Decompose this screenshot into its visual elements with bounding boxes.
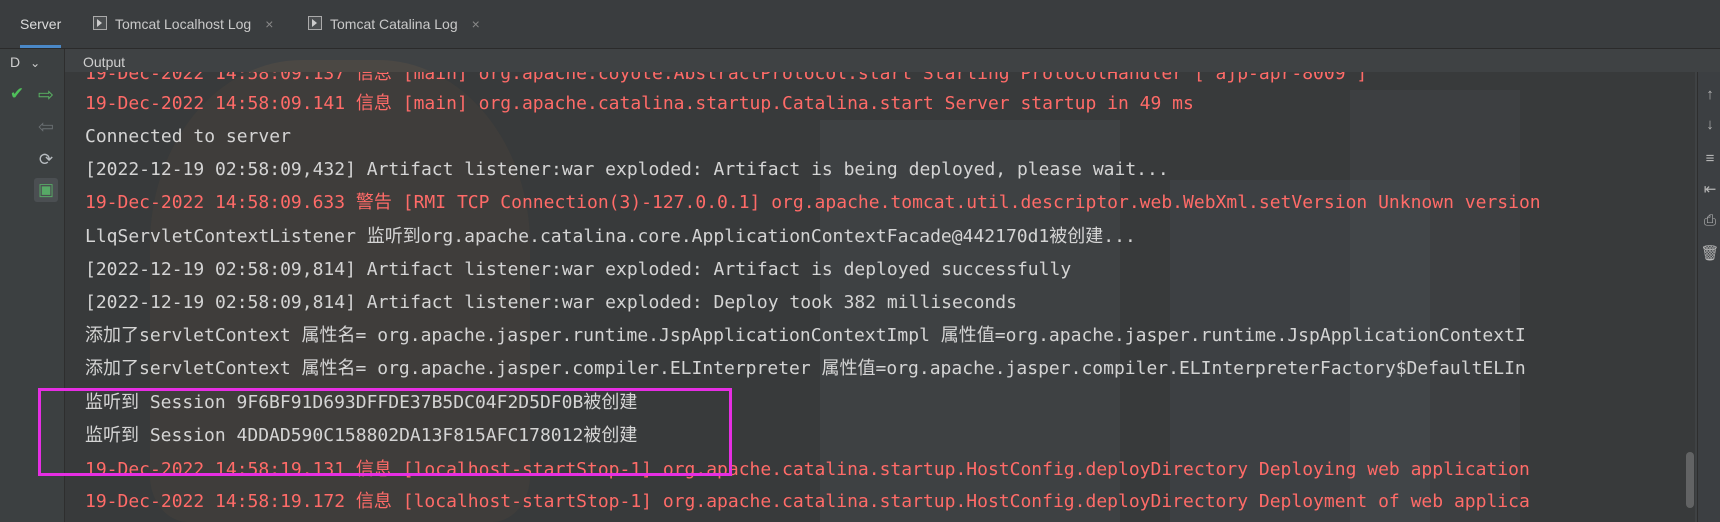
- console-line: [2022-12-19 02:58:09,814] Artifact liste…: [85, 259, 1072, 280]
- right-toolbar: ↑ ↓ ≡ ⇤ ⎙ 🗑: [1697, 72, 1720, 522]
- tab-label: Server: [20, 16, 62, 32]
- output-label: Output: [83, 54, 126, 70]
- console-line: [2022-12-19 02:58:09,814] Artifact liste…: [85, 292, 1017, 313]
- scroll-down-icon[interactable]: ↓: [1700, 116, 1720, 133]
- console-line: LlqServletContextListener 监听到org.apache.…: [85, 226, 1136, 247]
- chevron-down-icon: ⌄: [30, 56, 41, 70]
- console-line: 19-Dec-2022 14:58:09.633 警告 [RMI TCP Con…: [85, 192, 1541, 213]
- print-icon[interactable]: ⎙: [1700, 212, 1720, 229]
- close-icon[interactable]: ×: [265, 16, 273, 32]
- clear-all-icon[interactable]: 🗑: [1700, 244, 1720, 262]
- scroll-up-icon[interactable]: ↑: [1700, 86, 1720, 103]
- console-line: 19-Dec-2022 14:58:19.172 信息 [localhost-s…: [85, 491, 1530, 512]
- tab-label: Tomcat Catalina Log: [330, 16, 458, 32]
- deployment-select-value: D: [10, 54, 21, 70]
- deploy-icon[interactable]: ⇨: [34, 84, 58, 108]
- tool-window-tabbar: Server Tomcat Localhost Log × Tomcat Cata…: [0, 0, 1720, 49]
- update-app-icon[interactable]: ▣: [34, 178, 58, 202]
- checkmark-icon: ✔: [9, 84, 25, 103]
- undeploy-icon[interactable]: ⇦: [34, 116, 58, 140]
- scrollbar-thumb[interactable]: [1686, 452, 1694, 508]
- tab-tomcat-catalina-log[interactable]: Tomcat Catalina Log ×: [308, 0, 480, 48]
- console-line: 19-Dec-2022 14:58:09.141 信息 [main] org.a…: [85, 93, 1194, 114]
- log-file-icon: [308, 16, 322, 30]
- refresh-icon[interactable]: ⟳: [34, 148, 58, 172]
- tab-label: Tomcat Localhost Log: [115, 16, 252, 32]
- tab-tomcat-localhost-log[interactable]: Tomcat Localhost Log ×: [93, 0, 273, 48]
- console-line: 添加了servletContext 属性名= org.apache.jasper…: [85, 358, 1526, 379]
- console-line: 添加了servletContext 属性名= org.apache.jasper…: [85, 325, 1526, 346]
- console-line: 19-Dec-2022 14:58:09.137 信息 [main] org.a…: [85, 72, 1368, 84]
- close-icon[interactable]: ×: [472, 16, 480, 32]
- log-file-icon: [93, 16, 107, 30]
- deployment-select[interactable]: D ⌄: [10, 49, 65, 75]
- highlight-box: [38, 388, 732, 476]
- scroll-to-end-icon[interactable]: ⇤: [1700, 180, 1720, 198]
- soft-wrap-icon[interactable]: ≡: [1700, 150, 1720, 167]
- console-line: Connected to server: [85, 126, 291, 147]
- tab-server[interactable]: Server: [20, 0, 62, 48]
- console-line: [2022-12-19 02:58:09,432] Artifact liste…: [85, 159, 1169, 180]
